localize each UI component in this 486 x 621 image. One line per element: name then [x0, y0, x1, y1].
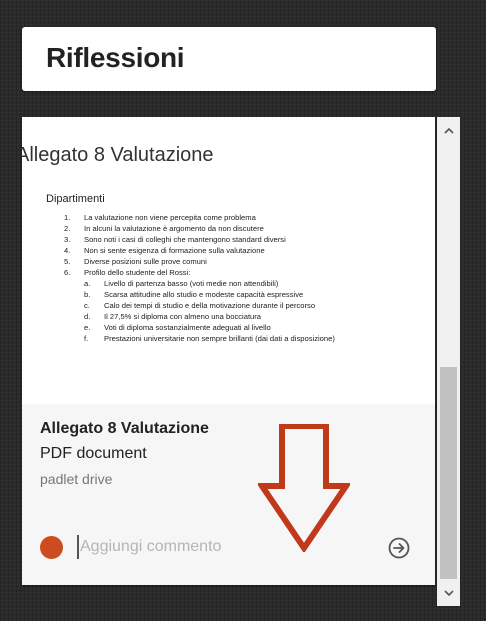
section-title: Riflessioni	[46, 42, 185, 73]
scroll-up-button[interactable]	[437, 121, 460, 139]
attachment-source: padlet drive	[40, 471, 113, 487]
attachment-title[interactable]: Allegato 8 Valutazione	[40, 420, 209, 438]
post-card[interactable]: Allegato 8 Valutazione Dipartimenti 1. La…	[22, 117, 435, 585]
scrollbar[interactable]	[437, 117, 460, 606]
chevron-down-icon	[443, 589, 454, 596]
scroll-down-button[interactable]	[437, 584, 460, 602]
preview-heading: Allegato 8 Valutazione	[22, 144, 214, 166]
avatar	[40, 536, 63, 559]
section-header: Riflessioni	[22, 27, 436, 91]
scrollbar-thumb[interactable]	[440, 367, 457, 579]
text-caret	[77, 535, 79, 559]
send-icon[interactable]	[388, 537, 410, 559]
comment-input[interactable]	[80, 532, 360, 562]
chevron-up-icon	[443, 127, 454, 134]
attachment-type: PDF document	[40, 445, 147, 462]
attachment-info: Allegato 8 Valutazione PDF document padl…	[22, 404, 435, 585]
preview-section-title: Dipartimenti	[46, 193, 105, 205]
comment-bar	[22, 522, 435, 570]
attachment-preview[interactable]: Allegato 8 Valutazione Dipartimenti 1. La…	[22, 117, 435, 404]
